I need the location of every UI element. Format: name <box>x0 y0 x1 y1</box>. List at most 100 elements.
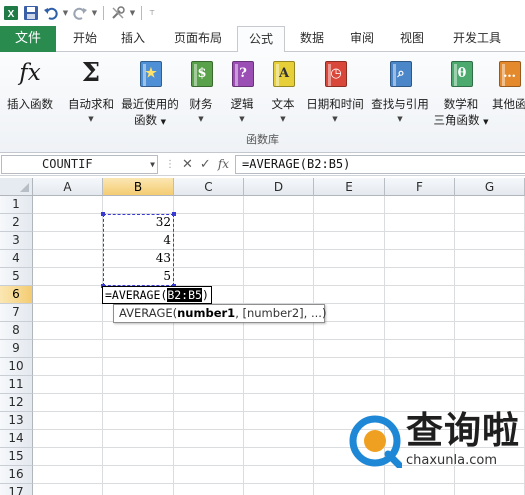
tab-view[interactable]: 视图 <box>390 26 434 52</box>
formula-bar: COUNTIF ▼ ⋮ ✕ ✓ fx =AVERAGE(B2:B5) <box>0 153 525 176</box>
chevron-down-icon[interactable]: ▼ <box>150 156 155 173</box>
autosum-button[interactable]: Σ 自动求和 ▼ <box>63 56 119 126</box>
watermark-url: chaxunla.com <box>406 453 497 468</box>
tab-page-layout[interactable]: 页面布局 <box>163 26 233 52</box>
row-header-7[interactable]: 7 <box>0 304 33 322</box>
more-icon: ⋮ <box>165 159 175 170</box>
row-header-13[interactable]: 13 <box>0 412 33 430</box>
redo-dropdown-icon[interactable]: ▼ <box>91 4 98 22</box>
date-time-icon: ◷ <box>321 56 349 90</box>
text-label: 文本 <box>271 97 295 111</box>
lookup-reference-label: 查找与引用 <box>371 97 429 111</box>
excel-logo-icon[interactable]: X <box>2 4 20 22</box>
customize-icon[interactable]: ⊤ <box>147 4 157 22</box>
more-functions-button[interactable]: … 其他函 <box>492 56 525 112</box>
column-header-c[interactable]: C <box>174 178 244 196</box>
tools-dropdown-icon[interactable]: ▼ <box>129 4 136 22</box>
reference-marquee-b2-b5 <box>101 212 176 288</box>
row-header-5[interactable]: 5 <box>0 268 33 286</box>
save-icon[interactable] <box>22 4 40 22</box>
insert-function-fx-icon[interactable]: fx <box>218 155 229 174</box>
marquee-handle[interactable] <box>172 212 176 216</box>
formula-reference: B2:B5 <box>167 288 202 302</box>
enter-icon[interactable]: ✓ <box>200 155 211 174</box>
cancel-icon[interactable]: ✕ <box>182 155 193 174</box>
row-header-9[interactable]: 9 <box>0 340 33 358</box>
recently-used-label-2: 函数 ▼ <box>133 113 167 127</box>
chevron-down-icon: ▼ <box>88 115 94 123</box>
formula-bar-buttons: ⋮ ✕ ✓ fx <box>163 155 233 174</box>
row-header-6[interactable]: 6 <box>0 286 33 304</box>
text-button[interactable]: A 文本 ▼ <box>266 56 300 126</box>
logical-button[interactable]: ? 逻辑 ▼ <box>225 56 259 126</box>
formula-prefix: =AVERAGE <box>105 288 161 302</box>
tab-review[interactable]: 审阅 <box>340 26 384 52</box>
undo-dropdown-icon[interactable]: ▼ <box>62 4 69 22</box>
chevron-down-icon: ▼ <box>280 115 286 123</box>
gridline <box>313 196 314 495</box>
row-header-2[interactable]: 2 <box>0 214 33 232</box>
text-icon: A <box>269 56 297 90</box>
select-all-corner[interactable] <box>0 178 33 196</box>
math-trig-label: 数学和 <box>443 97 479 111</box>
row-header-14[interactable]: 14 <box>0 430 33 448</box>
toolbar-divider <box>141 6 142 20</box>
tooltip-rest-args: , [number2], ...) <box>235 306 327 320</box>
row-header-17[interactable]: 17 <box>0 484 33 495</box>
lookup-reference-icon: ⌕ <box>386 56 414 90</box>
tab-data[interactable]: 数据 <box>290 26 334 52</box>
financial-label: 财务 <box>189 97 213 111</box>
column-header-d[interactable]: D <box>244 178 314 196</box>
column-header-b[interactable]: B <box>103 178 174 196</box>
row-header-15[interactable]: 15 <box>0 448 33 466</box>
lookup-reference-button[interactable]: ⌕ 查找与引用 ▼ <box>368 56 432 126</box>
chevron-down-icon: ▼ <box>332 115 338 123</box>
ribbon-tabs: 文件 开始 插入 页面布局 公式 数据 审阅 视图 开发工具 <box>0 26 525 53</box>
autosum-label: 自动求和 <box>68 97 114 111</box>
tab-insert[interactable]: 插入 <box>111 26 155 52</box>
column-header-g[interactable]: G <box>455 178 525 196</box>
marquee-handle[interactable] <box>101 212 105 216</box>
gridline <box>33 393 525 394</box>
recently-used-label: 最近使用的 <box>121 97 179 111</box>
insert-function-button[interactable]: fx 插入函数 <box>2 56 58 112</box>
tab-home[interactable]: 开始 <box>63 26 107 52</box>
redo-icon[interactable] <box>71 4 89 22</box>
name-box[interactable]: COUNTIF ▼ <box>1 155 158 174</box>
formula-paren-close: ) <box>201 288 209 302</box>
column-header-a[interactable]: A <box>33 178 103 196</box>
formula-input[interactable]: =AVERAGE(B2:B5) <box>235 155 525 174</box>
gridline <box>33 357 525 358</box>
date-time-label: 日期和时间 <box>306 97 364 111</box>
row-header-16[interactable]: 16 <box>0 466 33 484</box>
row-header-11[interactable]: 11 <box>0 376 33 394</box>
chevron-down-icon: ▼ <box>397 115 403 123</box>
svg-text:X: X <box>8 9 15 20</box>
math-trig-button[interactable]: θ 数学和 三角函数 ▼ <box>433 56 489 130</box>
row-header-1[interactable]: 1 <box>0 196 33 214</box>
tab-formulas[interactable]: 公式 <box>237 26 285 53</box>
row-header-10[interactable]: 10 <box>0 358 33 376</box>
tooltip-function-name[interactable]: AVERAGE( <box>119 306 177 320</box>
row-header-8[interactable]: 8 <box>0 322 33 340</box>
row-header-3[interactable]: 3 <box>0 232 33 250</box>
undo-icon[interactable] <box>42 4 60 22</box>
recently-used-button[interactable]: ★ 最近使用的 函数 ▼ <box>119 56 181 130</box>
date-time-button[interactable]: ◷ 日期和时间 ▼ <box>303 56 367 126</box>
cell-b6-editor[interactable]: =AVERAGE(B2:B5) <box>102 286 212 304</box>
tab-developer[interactable]: 开发工具 <box>442 26 512 52</box>
row-header-4[interactable]: 4 <box>0 250 33 268</box>
tooltip-current-arg: number1 <box>177 306 236 320</box>
column-header-e[interactable]: E <box>314 178 385 196</box>
tools-icon[interactable] <box>109 4 127 22</box>
row-header-12[interactable]: 12 <box>0 394 33 412</box>
insert-function-label: 插入函数 <box>7 97 53 111</box>
function-argument-tooltip[interactable]: AVERAGE(number1, [number2], ...) <box>113 304 327 323</box>
insert-function-icon: fx <box>19 60 41 86</box>
column-header-f[interactable]: F <box>385 178 455 196</box>
financial-button[interactable]: $ 财务 ▼ <box>184 56 218 126</box>
gridline <box>33 375 525 376</box>
tab-file[interactable]: 文件 <box>0 26 56 52</box>
recently-used-icon: ★ <box>136 56 164 90</box>
gridline <box>243 196 244 495</box>
